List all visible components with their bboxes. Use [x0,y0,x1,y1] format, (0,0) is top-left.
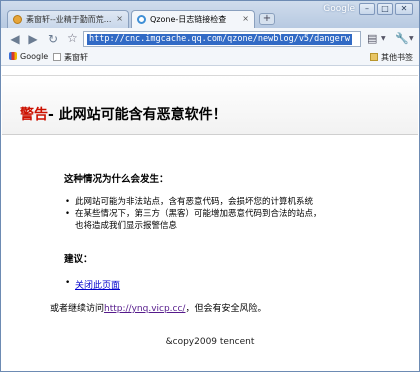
advice-heading: 建议： [64,254,93,265]
close-page-link[interactable]: 关闭此页面 [75,281,120,291]
other-bookmarks[interactable]: 其他书签 [370,52,413,63]
browser-window: 素窗轩--业精于勤而荒... × Qzone-日志链接检查 × + Google… [0,0,420,372]
url-text: http://cnc.imgcache.qq.com/qzone/newblog… [87,34,352,45]
reload-icon[interactable]: ↻ [45,31,61,47]
reasons-list: 此网站可能为非法站点，含有恶意代码，会损坏您的计算机系统 在某些情况下，第三方（… [64,196,322,232]
tab-label: Qzone-日志链接检查 [150,15,227,24]
google-label: Google [323,4,355,14]
wrench-icon[interactable]: 🔧 [395,32,409,45]
list-item: 此网站可能为非法站点，含有恶意代码，会损坏您的计算机系统 [64,196,322,208]
warning-word: 警告 [20,107,48,123]
warning-banner: 警告- 此网站可能含有恶意软件！ [2,75,418,135]
page-icon [53,53,61,61]
tab-close-icon[interactable]: × [116,14,123,23]
bookmark-label: Google [20,52,49,61]
minimize-button[interactable]: – [359,3,375,15]
tab-blog[interactable]: 素窗轩--业精于勤而荒... × [7,10,129,28]
list-item-continuation: 也将造成我们显示报警信息 [75,221,178,231]
forward-arrow-icon[interactable]: ▶ [25,31,41,47]
warning-title: 警告- 此网站可能含有恶意软件！ [20,104,227,124]
continue-prefix: 或者继续访问 [50,304,105,314]
address-bar[interactable]: http://cnc.imgcache.qq.com/qzone/newblog… [83,31,361,47]
google-icon [9,52,17,60]
bookmarks-bar: Google 素窗轩 其他书签 [1,50,419,66]
maximize-button[interactable]: □ [377,3,393,15]
close-window-button[interactable]: ✕ [395,3,413,15]
chevron-down-icon[interactable]: ▼ [381,35,386,42]
chevron-down-icon[interactable]: ▼ [409,35,414,42]
footer-copyright: &copy2009 tencent [165,337,255,347]
why-heading: 这种情况为什么会发生： [64,174,169,185]
bookmark-google[interactable]: Google [9,52,48,61]
bookmark-label: 素窗轩 [64,53,88,62]
title-bar: 素窗轩--业精于勤而荒... × Qzone-日志链接检查 × + Google… [1,1,419,28]
navigation-toolbar: ◀ ▶ ↻ ☆ http://cnc.imgcache.qq.com/qzone… [1,28,419,50]
advice-item: 关闭此页面 [64,278,120,291]
tab-label: 素窗轩--业精于勤而荒... [26,15,112,24]
continue-suffix: ，但会有安全风险。 [185,304,267,314]
bookmark-label: 其他书签 [381,53,413,62]
continue-link[interactable]: http://ynq.vicp.cc/ [104,304,185,314]
folder-icon [370,53,378,61]
continue-line: 或者继续访问http://ynq.vicp.cc/，但会有安全风险。 [50,301,266,314]
qzone-favicon-icon [137,15,146,24]
bookmark-sucuangxuan[interactable]: 素窗轩 [53,52,88,63]
back-arrow-icon[interactable]: ◀ [7,31,23,47]
list-item: 在某些情况下，第三方（黑客）可能增加恶意代码到合法的站点， [64,208,322,220]
site-favicon-icon [13,15,22,24]
new-tab-button[interactable]: + [259,13,275,25]
tab-close-icon[interactable]: × [242,14,249,23]
tab-qzone[interactable]: Qzone-日志链接检查 × [131,10,255,28]
page-content: 警告- 此网站可能含有恶意软件！ 这种情况为什么会发生： 此网站可能为非法站点，… [2,67,418,371]
bookmark-star-icon[interactable]: ☆ [67,31,78,45]
warning-message: - 此网站可能含有恶意软件！ [48,107,227,123]
page-menu-icon[interactable]: ▤ [367,32,377,45]
